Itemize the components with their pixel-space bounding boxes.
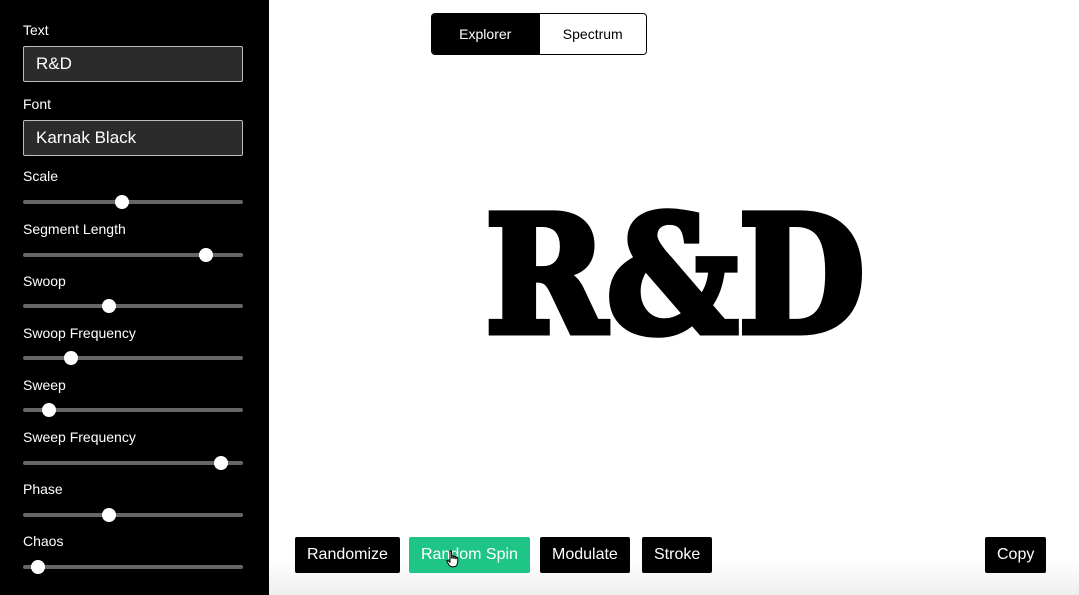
swoop-frequency-slider[interactable] xyxy=(23,351,243,365)
slider-thumb[interactable] xyxy=(214,456,228,470)
sweep-slider[interactable] xyxy=(23,403,243,417)
slider-track xyxy=(23,461,243,465)
slider-track xyxy=(23,565,243,569)
slider-thumb[interactable] xyxy=(115,195,129,209)
slider-thumb[interactable] xyxy=(64,351,79,365)
slider-track xyxy=(23,304,243,308)
slider-thumb[interactable] xyxy=(42,403,57,417)
random-spin-button[interactable]: Random Spin xyxy=(409,537,530,573)
sweep-frequency-slider[interactable] xyxy=(23,456,243,470)
tab-spectrum[interactable]: Spectrum xyxy=(538,14,646,54)
mode-toggle: Explorer Spectrum xyxy=(431,13,647,55)
phase-label: Phase xyxy=(23,481,63,497)
settings-sidebar: Text R&D Font Karnak Black Scale Segment… xyxy=(0,0,269,595)
text-field-label: Text xyxy=(23,22,49,38)
scale-label: Scale xyxy=(23,168,59,184)
swoop-frequency-label: Swoop Frequency xyxy=(23,325,136,341)
chaos-label: Chaos xyxy=(23,533,64,549)
slider-track xyxy=(23,200,243,204)
slider-thumb[interactable] xyxy=(31,560,46,574)
stroke-button[interactable]: Stroke xyxy=(642,537,713,573)
chaos-slider[interactable] xyxy=(23,560,243,574)
slider-track xyxy=(23,356,243,360)
swoop-slider[interactable] xyxy=(23,299,243,313)
slider-thumb[interactable] xyxy=(198,248,213,262)
slider-thumb[interactable] xyxy=(101,299,116,313)
tab-explorer[interactable]: Explorer xyxy=(432,14,539,54)
preview-text: R&D xyxy=(485,200,865,350)
hand-cursor-icon xyxy=(446,550,459,568)
slider-track xyxy=(23,513,243,517)
phase-slider[interactable] xyxy=(23,508,243,522)
text-input[interactable]: R&D xyxy=(23,46,243,82)
glyph-preview: R&D xyxy=(482,200,869,350)
modulate-button[interactable]: Modulate xyxy=(540,537,630,573)
scale-slider[interactable] xyxy=(23,195,243,209)
font-input[interactable]: Karnak Black xyxy=(23,120,243,156)
font-field-label: Font xyxy=(23,96,52,112)
swoop-label: Swoop xyxy=(23,273,66,289)
segment-length-slider[interactable] xyxy=(23,248,243,262)
slider-thumb[interactable] xyxy=(101,508,116,522)
randomize-button[interactable]: Randomize xyxy=(295,537,400,573)
sweep-label: Sweep xyxy=(23,377,66,393)
sweep-frequency-label: Sweep Frequency xyxy=(23,429,136,445)
segment-length-label: Segment Length xyxy=(23,221,126,237)
copy-button[interactable]: Copy xyxy=(985,537,1047,573)
